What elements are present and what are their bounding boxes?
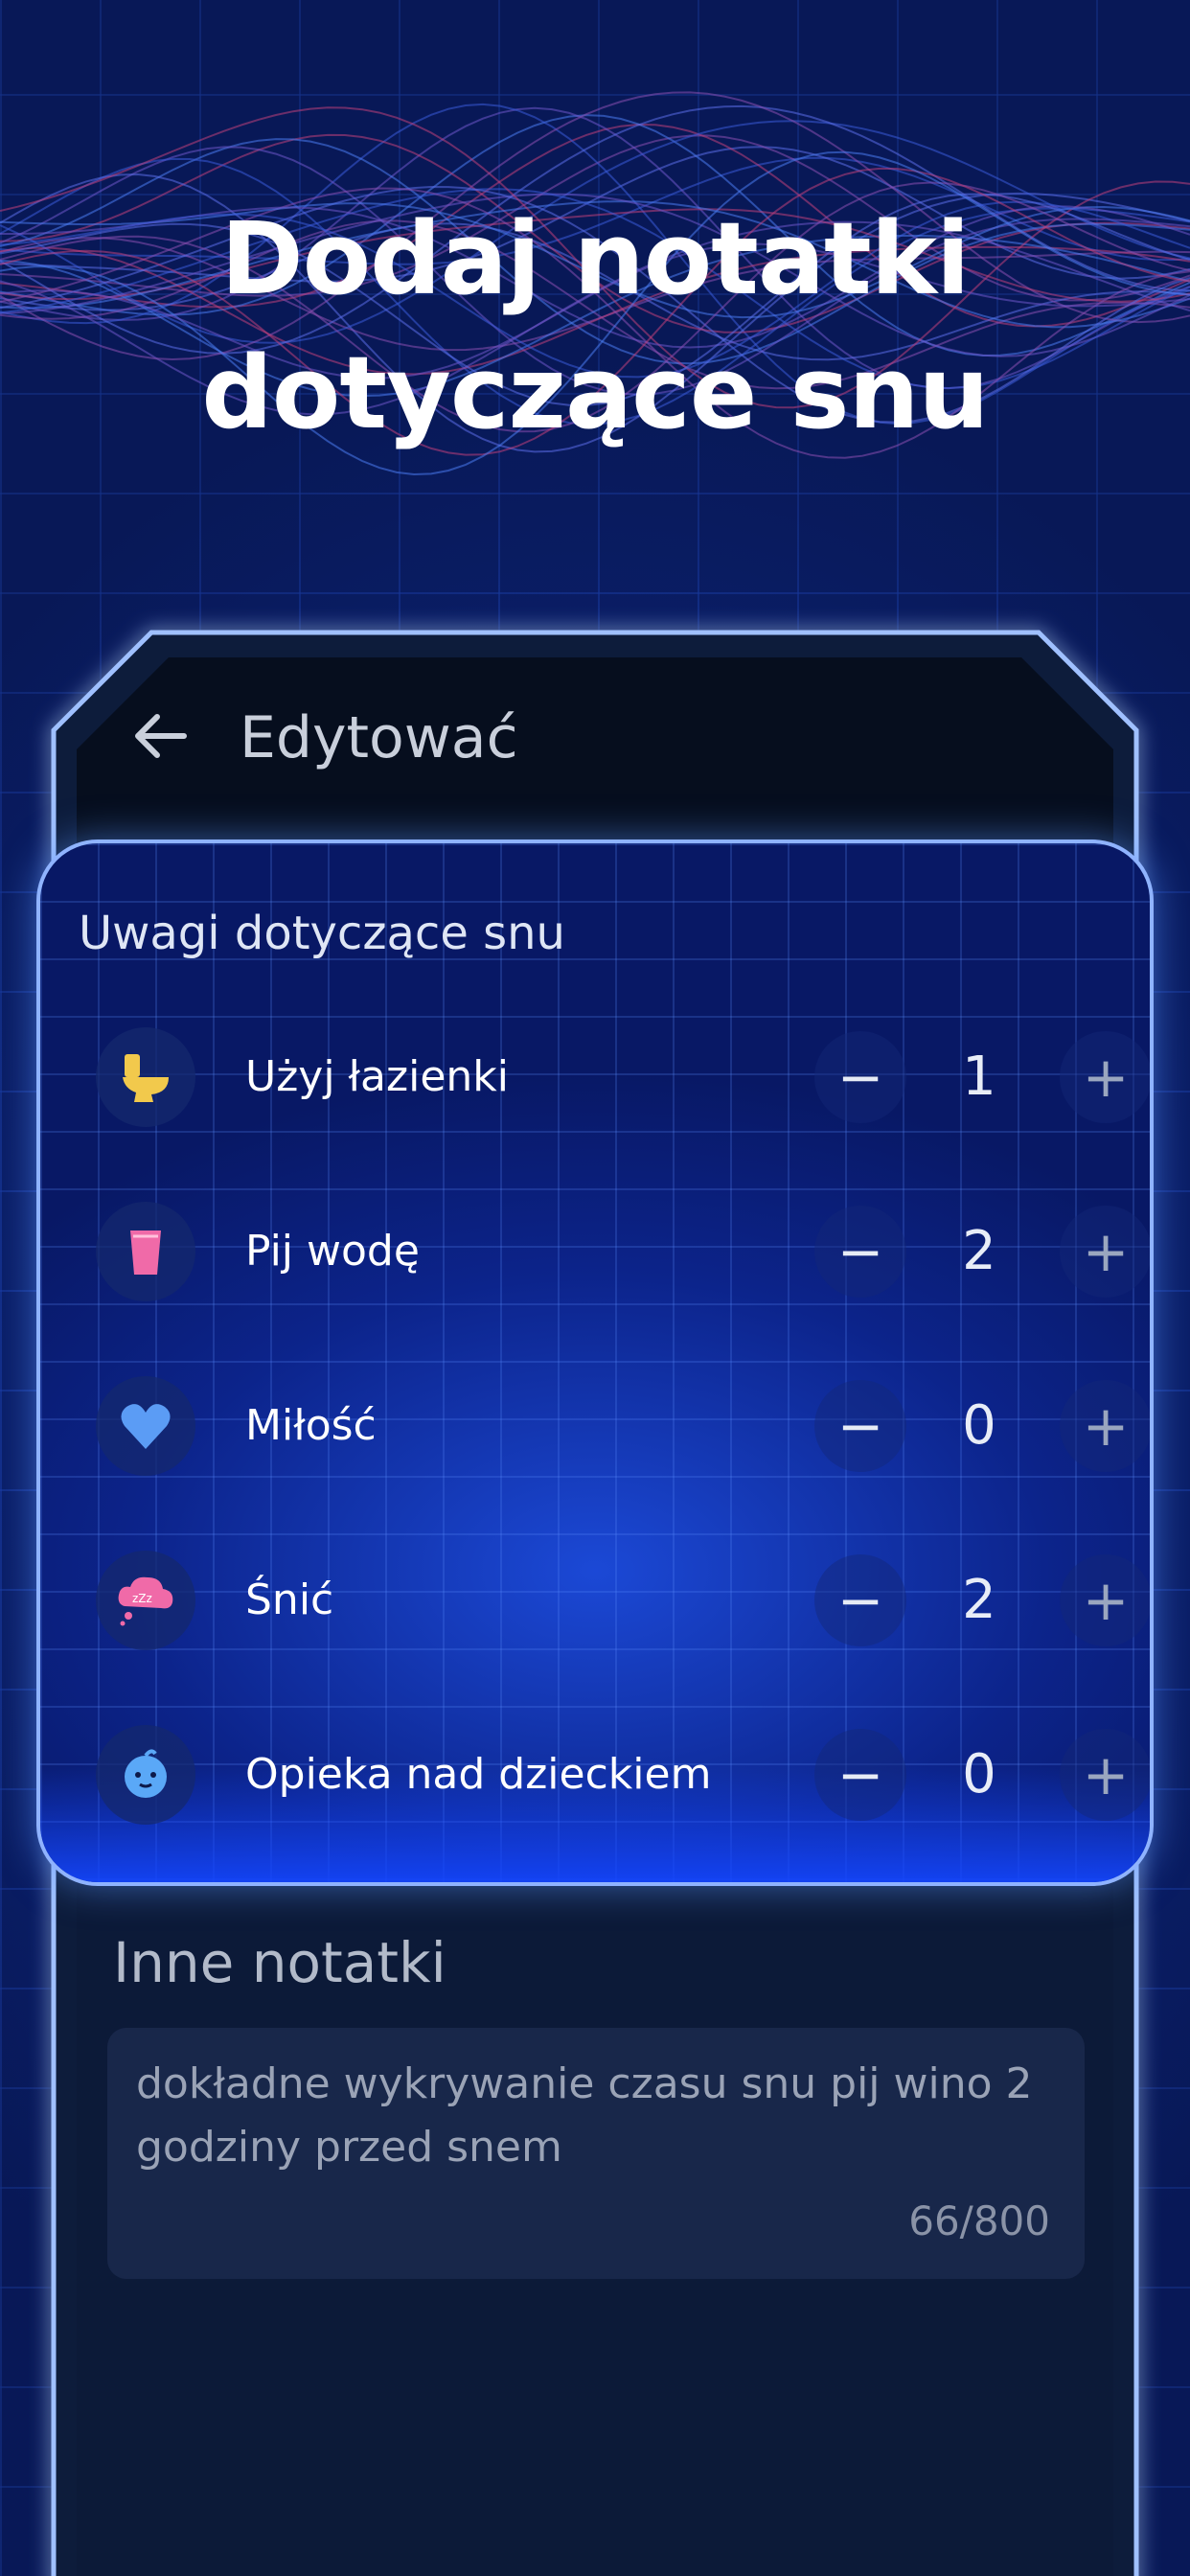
decrement-button[interactable]: − — [814, 1554, 906, 1646]
plus-icon: + — [1082, 1045, 1130, 1110]
back-button[interactable] — [132, 707, 190, 765]
note-row-water: Pij wodę − 2 + — [40, 1181, 1150, 1324]
minus-icon: − — [836, 1045, 884, 1110]
note-label: Opieka nad dzieckiem — [245, 1750, 712, 1799]
toilet-icon — [96, 1027, 195, 1127]
panel-title: Uwagi dotyczące snu — [79, 907, 565, 960]
increment-button[interactable]: + — [1060, 1206, 1150, 1298]
svg-text:zZz: zZz — [132, 1592, 152, 1605]
minus-icon: − — [836, 1219, 884, 1284]
minus-icon: − — [836, 1568, 884, 1633]
decrement-button[interactable]: − — [814, 1380, 906, 1472]
increment-button[interactable]: + — [1060, 1380, 1150, 1472]
note-label: Śnić — [245, 1576, 334, 1624]
char-counter: 66/800 — [908, 2197, 1050, 2244]
heart-icon — [96, 1376, 195, 1476]
minus-icon: − — [836, 1742, 884, 1807]
arrow-left-icon — [135, 714, 187, 758]
decrement-button[interactable]: − — [814, 1031, 906, 1123]
plus-icon: + — [1082, 1568, 1130, 1633]
decrement-button[interactable]: − — [814, 1729, 906, 1821]
increment-button[interactable]: + — [1060, 1554, 1150, 1646]
decrement-button[interactable]: − — [814, 1206, 906, 1298]
note-label: Pij wodę — [245, 1227, 420, 1276]
sleep-notes-panel: Uwagi dotyczące snu Użyj łazienki − 1 + … — [36, 840, 1154, 1886]
other-notes-title: Inne notatki — [113, 1930, 446, 1995]
note-row-dream: zZz Śnić − 2 + — [40, 1530, 1150, 1673]
baby-icon — [96, 1725, 195, 1825]
minus-icon: − — [836, 1393, 884, 1459]
note-count: 1 — [962, 1046, 996, 1108]
note-count: 0 — [962, 1394, 996, 1457]
other-notes-textarea[interactable]: dokładne wykrywanie czasu snu pij wino 2… — [107, 2028, 1085, 2279]
plus-icon: + — [1082, 1742, 1130, 1807]
note-row-love: Miłość − 0 + — [40, 1355, 1150, 1499]
plus-icon: + — [1082, 1393, 1130, 1459]
other-notes-text: dokładne wykrywanie czasu snu pij wino 2… — [136, 2059, 1033, 2172]
water-glass-icon — [96, 1202, 195, 1301]
note-row-childcare: Opieka nad dzieckiem − 0 + — [40, 1704, 1150, 1848]
note-label: Miłość — [245, 1401, 377, 1450]
note-row-bathroom: Użyj łazienki − 1 + — [40, 1006, 1150, 1150]
note-count: 2 — [962, 1569, 996, 1631]
plus-icon: + — [1082, 1219, 1130, 1284]
page-title: Edytować — [240, 704, 518, 771]
increment-button[interactable]: + — [1060, 1729, 1150, 1821]
note-count: 0 — [962, 1743, 996, 1806]
note-label: Użyj łazienki — [245, 1052, 509, 1101]
note-count: 2 — [962, 1220, 996, 1282]
dream-icon: zZz — [96, 1551, 195, 1650]
increment-button[interactable]: + — [1060, 1031, 1150, 1123]
